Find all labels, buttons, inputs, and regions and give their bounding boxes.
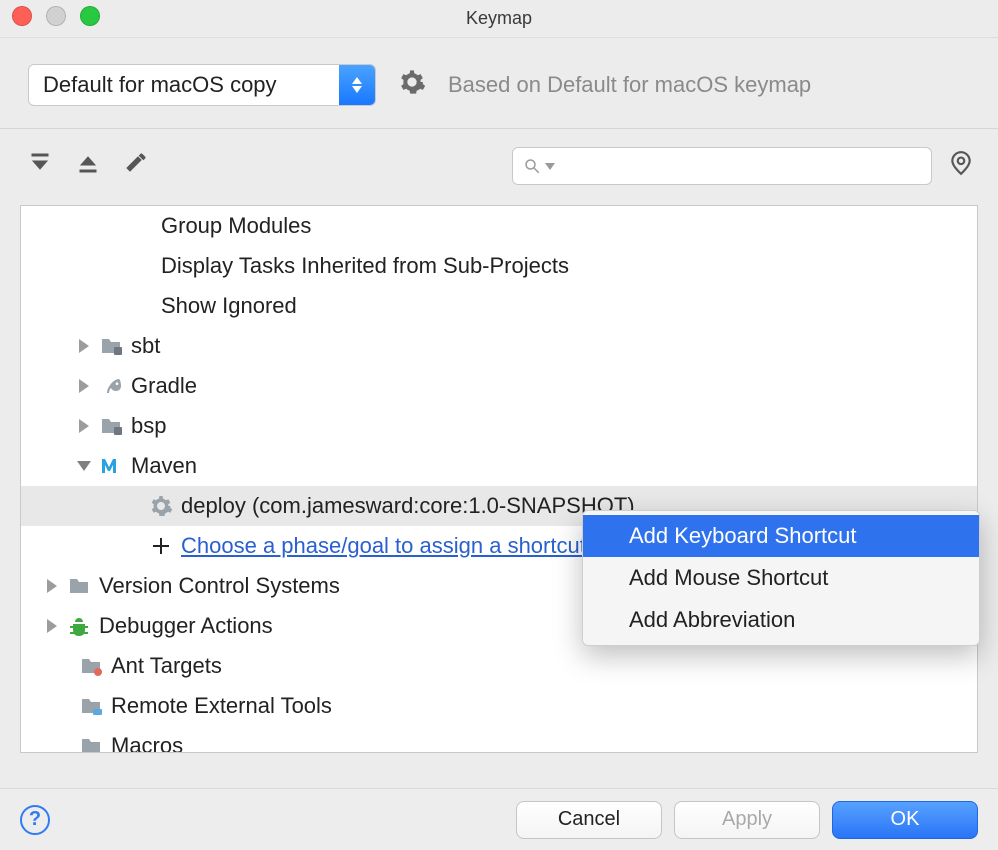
tree-node-macros[interactable]: Macros xyxy=(21,726,977,753)
tree-item-label: Remote External Tools xyxy=(111,693,332,719)
plus-icon xyxy=(149,534,173,558)
tree-item-show-ignored[interactable]: Show Ignored xyxy=(21,286,977,326)
actions-tree: Group Modules Display Tasks Inherited fr… xyxy=(20,205,978,753)
keymap-profile-label: Default for macOS copy xyxy=(29,72,339,98)
zoom-window-button[interactable] xyxy=(80,6,100,26)
cancel-button[interactable]: Cancel xyxy=(516,801,662,839)
gear-icon xyxy=(149,494,173,518)
tree-item-display-inherited[interactable]: Display Tasks Inherited from Sub-Project… xyxy=(21,246,977,286)
folder-icon xyxy=(79,694,103,718)
tree-item-label: Maven xyxy=(131,453,197,479)
tree-item-label: Macros xyxy=(111,733,183,753)
folder-icon xyxy=(79,734,103,753)
menu-add-abbreviation[interactable]: Add Abbreviation xyxy=(583,599,979,641)
folder-icon xyxy=(99,334,123,358)
collapse-all-button[interactable] xyxy=(76,151,100,181)
tree-item-label: Display Tasks Inherited from Sub-Project… xyxy=(161,253,569,279)
tree-item-label: Debugger Actions xyxy=(99,613,273,639)
folder-icon xyxy=(67,574,91,598)
tree-item-label: Gradle xyxy=(131,373,197,399)
context-menu: Add Keyboard Shortcut Add Mouse Shortcut… xyxy=(582,510,980,646)
search-input[interactable] xyxy=(559,155,921,178)
disclosure-right-icon xyxy=(77,419,91,433)
minimize-window-button[interactable] xyxy=(46,6,66,26)
expand-all-button[interactable] xyxy=(28,151,52,181)
tree-item-group-modules[interactable]: Group Modules xyxy=(21,206,977,246)
tree-node-gradle[interactable]: Gradle xyxy=(21,366,977,406)
ok-button[interactable]: OK xyxy=(832,801,978,839)
menu-add-keyboard-shortcut[interactable]: Add Keyboard Shortcut xyxy=(583,515,979,557)
bug-icon xyxy=(67,614,91,638)
keymap-profile-select[interactable]: Default for macOS copy xyxy=(28,64,376,106)
dropdown-stepper-icon xyxy=(339,65,375,105)
tree-item-label: deploy (com.jamesward:core:1.0-SNAPSHOT) xyxy=(181,493,635,519)
disclosure-right-icon xyxy=(45,579,59,593)
gear-icon[interactable] xyxy=(398,68,426,102)
based-on-label: Based on Default for macOS keymap xyxy=(448,72,811,98)
search-input-container[interactable] xyxy=(512,147,932,185)
find-actions-by-shortcut-button[interactable] xyxy=(948,150,974,182)
folder-icon xyxy=(79,654,103,678)
edit-shortcut-button[interactable] xyxy=(124,151,148,181)
tree-node-ant-targets[interactable]: Ant Targets xyxy=(21,646,977,686)
tree-node-maven[interactable]: Maven xyxy=(21,446,977,486)
disclosure-right-icon xyxy=(45,619,59,633)
window-controls xyxy=(12,6,100,26)
search-icon xyxy=(523,157,541,175)
window-title: Keymap xyxy=(466,8,532,29)
apply-button[interactable]: Apply xyxy=(674,801,820,839)
disclosure-right-icon xyxy=(77,339,91,353)
tree-item-label: Group Modules xyxy=(161,213,311,239)
tree-node-sbt[interactable]: sbt xyxy=(21,326,977,366)
tree-item-label: Ant Targets xyxy=(111,653,222,679)
tree-node-remote-tools[interactable]: Remote External Tools xyxy=(21,686,977,726)
gradle-icon xyxy=(99,374,123,398)
disclosure-right-icon xyxy=(77,379,91,393)
bottom-bar: ? Cancel Apply OK xyxy=(0,788,998,850)
maven-icon xyxy=(99,454,123,478)
tree-node-bsp[interactable]: bsp xyxy=(21,406,977,446)
tree-item-label: Choose a phase/goal to assign a shortcut xyxy=(181,533,586,559)
tree-item-label: bsp xyxy=(131,413,166,439)
chevron-down-icon xyxy=(545,163,555,170)
help-button[interactable]: ? xyxy=(20,805,50,835)
tree-item-label: Show Ignored xyxy=(161,293,297,319)
menu-add-mouse-shortcut[interactable]: Add Mouse Shortcut xyxy=(583,557,979,599)
title-bar: Keymap xyxy=(0,0,998,38)
folder-icon xyxy=(99,414,123,438)
tree-item-label: Version Control Systems xyxy=(99,573,340,599)
close-window-button[interactable] xyxy=(12,6,32,26)
header: Default for macOS copy Based on Default … xyxy=(0,38,998,129)
disclosure-down-icon xyxy=(77,459,91,473)
tree-item-label: sbt xyxy=(131,333,160,359)
toolbar xyxy=(0,129,998,197)
